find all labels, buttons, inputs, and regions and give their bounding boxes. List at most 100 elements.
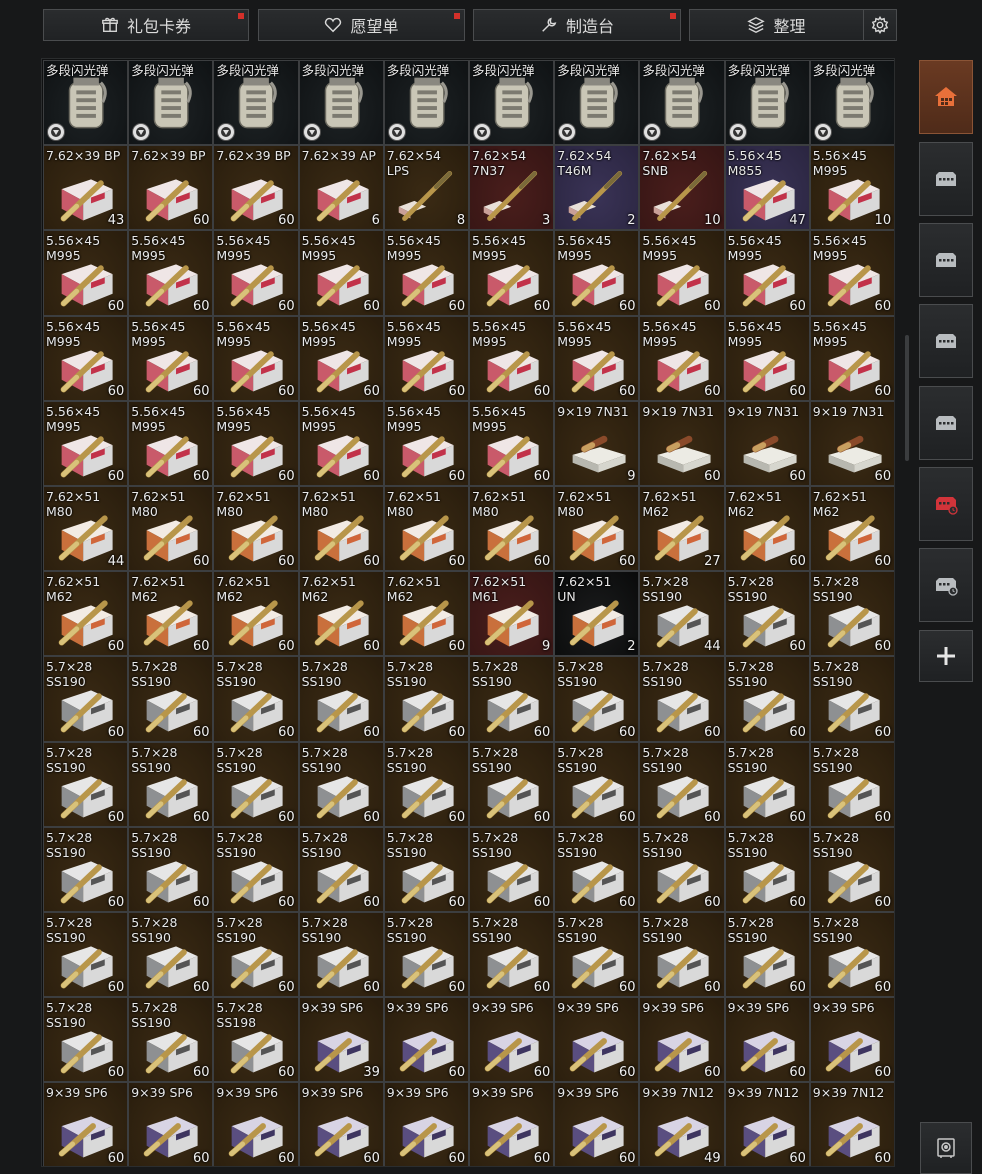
stash-item[interactable]: 9×39 7N12 60 [809, 1082, 894, 1166]
stash-item[interactable]: 多段闪光弹 [809, 60, 894, 146]
stash-item[interactable]: 7.62×51 M80 60 [554, 486, 640, 572]
stash-item[interactable]: 9×39 SP6 60 [469, 997, 555, 1083]
stash-item[interactable]: 7.62×54 SNB 10 [639, 145, 725, 231]
stash-item[interactable]: 5.7×28 SS190 60 [383, 912, 470, 998]
stash-item[interactable]: 5.7×28 SS190 60 [298, 912, 384, 998]
stash-item[interactable]: 5.7×28 SS190 60 [213, 741, 299, 827]
stash-item[interactable]: 9×39 SP6 60 [469, 1082, 555, 1166]
stash-item[interactable]: 9×39 SP6 60 [809, 997, 894, 1083]
stash-item[interactable]: 7.62×51 M62 60 [809, 486, 894, 572]
stash-item[interactable]: 5.7×28 SS190 60 [469, 741, 555, 827]
stash-item[interactable]: 5.7×28 SS190 60 [213, 826, 299, 913]
stash-item[interactable]: 5.56×45 M995 60 [128, 230, 214, 316]
stash-item[interactable]: 5.56×45 M995 60 [554, 230, 640, 316]
stash-item[interactable]: 5.7×28 SS190 60 [639, 912, 725, 998]
stash-item[interactable]: 5.7×28 SS190 60 [724, 741, 810, 827]
stash-item[interactable]: 5.7×28 SS190 60 [554, 741, 640, 827]
stash-item[interactable]: 5.7×28 SS190 60 [809, 656, 894, 742]
stash-item[interactable]: 5.56×45 M995 60 [383, 400, 470, 487]
stash-item[interactable]: 5.7×28 SS190 60 [43, 656, 129, 742]
stash-item[interactable]: 5.56×45 M995 60 [213, 315, 299, 401]
stash-item[interactable]: 5.7×28 SS190 60 [383, 656, 470, 742]
stash-item[interactable]: 5.56×45 M995 60 [43, 230, 129, 316]
stash-item[interactable]: 5.56×45 M995 60 [383, 315, 470, 401]
stash-item[interactable]: 5.7×28 SS190 60 [128, 741, 214, 827]
stash-item[interactable]: 5.56×45 M995 60 [383, 230, 470, 316]
stash-item[interactable]: 7.62×51 M62 60 [213, 571, 299, 657]
stash-item[interactable]: 5.7×28 SS190 60 [724, 571, 810, 657]
stash-item[interactable]: 多段闪光弹 [43, 60, 129, 146]
stash-item[interactable]: 9×39 SP6 60 [383, 997, 470, 1083]
stash-item[interactable]: 7.62×51 M62 60 [43, 571, 129, 657]
stash-item[interactable]: 9×39 SP6 60 [43, 1082, 129, 1166]
stash-item[interactable]: 5.7×28 SS190 60 [43, 997, 129, 1083]
stash-item[interactable]: 9×39 SP6 60 [383, 1082, 470, 1166]
gift-card-button[interactable]: 礼包卡券 [43, 9, 249, 41]
sort-button[interactable]: 整理 [689, 9, 864, 41]
stash-item[interactable]: 7.62×51 M62 60 [298, 571, 384, 657]
sidebar-item-stash-home[interactable] [919, 60, 973, 134]
stash-item[interactable]: 5.7×28 SS190 60 [809, 571, 894, 657]
stash-item[interactable]: 5.7×28 SS190 60 [639, 656, 725, 742]
stash-item[interactable]: 5.56×45 M855 47 [724, 145, 810, 231]
stash-item[interactable]: 5.56×45 M995 10 [809, 145, 894, 231]
stash-item[interactable]: 9×39 SP6 39 [298, 997, 384, 1083]
stash-item[interactable]: 7.62×51 M80 60 [128, 486, 214, 572]
stash-item[interactable]: 5.7×28 SS198 60 [213, 997, 299, 1083]
stash-item[interactable]: 5.7×28 SS190 60 [43, 741, 129, 827]
stash-item[interactable]: 5.56×45 M995 60 [43, 315, 129, 401]
stash-item[interactable]: 7.62×51 M62 60 [128, 571, 214, 657]
stash-item[interactable]: 5.7×28 SS190 60 [298, 826, 384, 913]
stash-item[interactable]: 5.56×45 M995 60 [809, 230, 894, 316]
stash-item[interactable]: 5.56×45 M995 60 [298, 315, 384, 401]
stash-item[interactable]: 7.62×39 BP 60 [213, 145, 299, 231]
add-container-button[interactable] [919, 630, 973, 682]
stash-item[interactable]: 5.56×45 M995 60 [469, 230, 555, 316]
stash-item[interactable]: 5.7×28 SS190 60 [639, 826, 725, 913]
stash-item[interactable]: 7.62×39 BP 43 [43, 145, 129, 231]
stash-item[interactable]: 5.7×28 SS190 60 [128, 912, 214, 998]
stash-item[interactable]: 5.7×28 SS190 60 [724, 912, 810, 998]
stash-item[interactable]: 5.7×28 SS190 60 [554, 912, 640, 998]
stash-item[interactable]: 9×39 SP6 60 [554, 997, 640, 1083]
stash-item[interactable]: 5.7×28 SS190 60 [213, 656, 299, 742]
sidebar-item-container-2[interactable] [919, 223, 973, 297]
stash-item[interactable]: 5.7×28 SS190 60 [469, 912, 555, 998]
stash-item[interactable]: 5.56×45 M995 60 [809, 315, 894, 401]
wishlist-button[interactable]: 愿望单 [258, 9, 465, 41]
stash-item[interactable]: 9×39 SP6 60 [128, 1082, 214, 1166]
stash-item[interactable]: 7.62×51 UN 2 [554, 571, 640, 657]
stash-item[interactable]: 9×39 SP6 60 [213, 1082, 299, 1166]
stash-item[interactable]: 7.62×51 M80 60 [298, 486, 384, 572]
stash-item[interactable]: 7.62×39 AP 6 [298, 145, 384, 231]
stash-item[interactable]: 5.56×45 M995 60 [128, 315, 214, 401]
stash-item[interactable]: 5.7×28 SS190 60 [724, 656, 810, 742]
stash-item[interactable]: 多段闪光弹 [128, 60, 214, 146]
stash-item[interactable]: 5.7×28 SS190 60 [639, 741, 725, 827]
stash-item[interactable]: 9×19 7N31 60 [724, 400, 810, 487]
stash-item[interactable]: 9×19 7N31 9 [554, 400, 640, 487]
stash-item[interactable]: 5.56×45 M995 60 [469, 400, 555, 487]
stash-item[interactable]: 5.7×28 SS190 60 [809, 826, 894, 913]
stash-item[interactable]: 5.7×28 SS190 44 [639, 571, 725, 657]
stash-item[interactable]: 多段闪光弹 [639, 60, 725, 146]
stash-item[interactable]: 5.7×28 SS190 60 [383, 741, 470, 827]
stash-item[interactable]: 9×19 7N31 60 [809, 400, 894, 487]
sidebar-item-container-4[interactable] [919, 386, 973, 460]
stash-item[interactable]: 5.56×45 M995 60 [469, 315, 555, 401]
stash-item[interactable]: 5.7×28 SS190 60 [43, 826, 129, 913]
stash-item[interactable]: 5.7×28 SS190 60 [128, 997, 214, 1083]
stash-item[interactable]: 9×39 SP6 60 [298, 1082, 384, 1166]
stash-item[interactable]: 5.7×28 SS190 60 [809, 741, 894, 827]
stash-item[interactable]: 5.56×45 M995 60 [43, 400, 129, 487]
stash-item[interactable]: 5.7×28 SS190 60 [469, 656, 555, 742]
stash-scrollbar[interactable] [905, 335, 909, 461]
stash-item[interactable]: 7.62×51 M80 60 [469, 486, 555, 572]
stash-item[interactable]: 多段闪光弹 [469, 60, 555, 146]
stash-item[interactable]: 多段闪光弹 [554, 60, 640, 146]
stash-item[interactable]: 7.62×54 LPS 8 [383, 145, 470, 231]
stash-item[interactable]: 多段闪光弹 [298, 60, 384, 146]
safe-box-button[interactable] [920, 1122, 972, 1174]
sidebar-item-container-3[interactable] [919, 304, 973, 378]
stash-item[interactable]: 7.62×51 M80 60 [383, 486, 470, 572]
